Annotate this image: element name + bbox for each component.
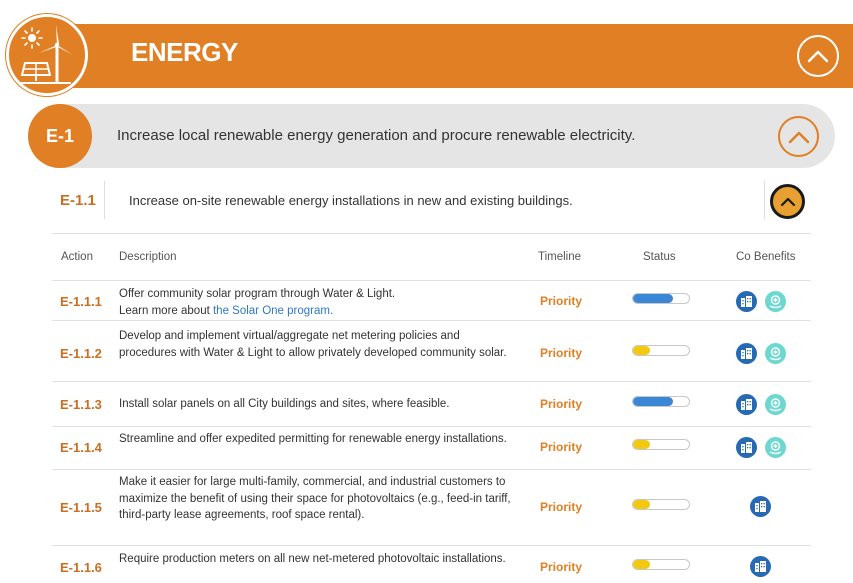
row-divider (52, 381, 811, 382)
building-icon[interactable] (736, 343, 757, 364)
row-divider (52, 426, 811, 427)
action-description: Make it easier for large multi-family, c… (119, 476, 511, 521)
status-bar-fill (633, 500, 650, 509)
action-description: Develop and implement virtual/aggregate … (119, 330, 507, 359)
chevron-up-icon (807, 50, 829, 63)
status-bar-fill (633, 560, 650, 569)
goal-code-badge: E-1 (28, 104, 92, 168)
building-icon[interactable] (736, 291, 757, 312)
energy-badge (6, 14, 88, 96)
timeline-label: Priority (540, 440, 583, 454)
action-description: Offer community solar program through Wa… (119, 286, 519, 319)
description-text: Learn more about (119, 304, 213, 317)
action-code: E-1.1.5 (60, 500, 102, 515)
energy-collapse-button[interactable] (797, 35, 839, 77)
action-code: E-1.1.3 (60, 397, 102, 412)
status-bar (632, 439, 690, 450)
building-icon[interactable] (736, 437, 757, 458)
status-bar-fill (633, 294, 674, 303)
timeline-label: Priority (540, 294, 583, 308)
health-icon[interactable] (765, 343, 786, 364)
chevron-up-icon (788, 131, 809, 143)
timeline-label: Priority (540, 397, 583, 411)
building-icon[interactable] (750, 496, 771, 517)
status-bar (632, 396, 690, 407)
timeline-label: Priority (540, 346, 583, 360)
goal-text: Increase local renewable energy generati… (117, 127, 636, 144)
building-icon[interactable] (750, 556, 771, 577)
status-bar (632, 293, 690, 304)
row-divider (52, 280, 811, 281)
building-icon[interactable] (736, 394, 757, 415)
column-header-timeline: Timeline (538, 251, 582, 263)
timeline-label: Priority (540, 560, 583, 574)
health-icon[interactable] (765, 437, 786, 458)
description-text: Offer community solar program through Wa… (119, 288, 396, 300)
strategy-text: Increase on-site renewable energy instal… (129, 193, 573, 208)
strategy-divider-right (764, 181, 765, 219)
health-icon[interactable] (765, 291, 786, 312)
goal-collapse-button[interactable] (778, 116, 819, 157)
column-header-action: Action (61, 251, 93, 263)
timeline-label: Priority (540, 500, 583, 514)
action-code: E-1.1.6 (60, 560, 102, 575)
action-code: E-1.1.4 (60, 440, 102, 455)
action-description: Streamline and offer expedited permittin… (119, 433, 507, 445)
column-header-status: Status (643, 251, 676, 263)
status-bar (632, 499, 690, 510)
health-icon[interactable] (765, 394, 786, 415)
energy-title: ENERGY (131, 37, 238, 67)
row-divider (52, 469, 811, 470)
action-description: Require production meters on all new net… (119, 553, 506, 565)
status-bar-fill (633, 440, 650, 449)
status-bar-fill (633, 346, 650, 355)
status-bar-fill (633, 397, 674, 406)
column-header-description: Description (119, 251, 177, 263)
action-code: E-1.1.1 (60, 294, 102, 309)
action-code: E-1.1.2 (60, 346, 102, 361)
strategy-code: E-1.1 (60, 192, 96, 209)
column-header-co-benefits: Co Benefits (736, 251, 796, 263)
chevron-up-icon (780, 197, 795, 206)
row-divider (52, 545, 811, 546)
row-divider (52, 320, 811, 321)
action-description: Install solar panels on all City buildin… (119, 398, 450, 410)
status-bar (632, 559, 690, 570)
strategy-divider (52, 233, 811, 234)
strategy-divider-left (104, 181, 105, 219)
solar-one-link[interactable]: the Solar One program. (213, 305, 333, 317)
status-bar (632, 345, 690, 356)
strategy-collapse-button[interactable] (770, 184, 805, 219)
